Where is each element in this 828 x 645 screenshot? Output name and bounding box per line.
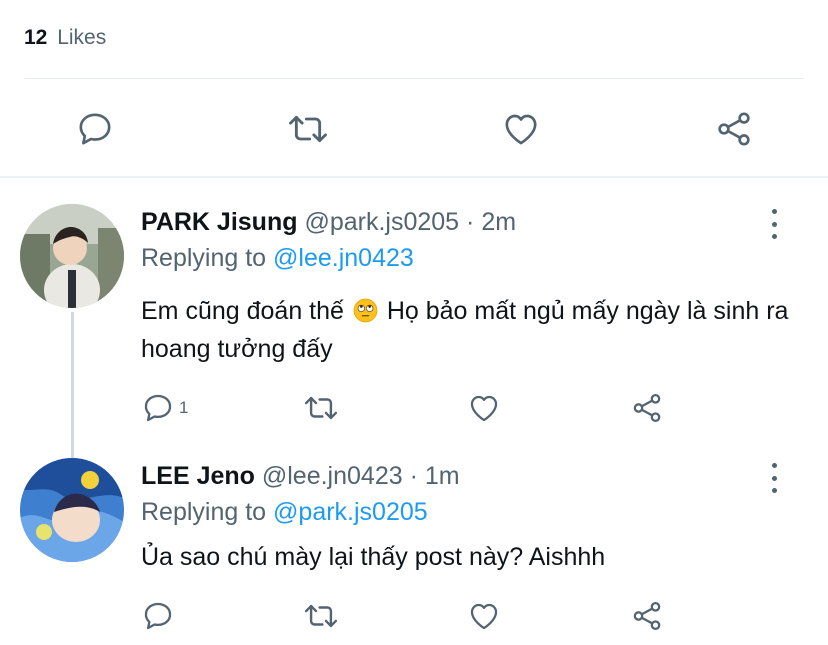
retweet-button[interactable] (302, 388, 340, 428)
replying-to-mention[interactable]: @park.js0205 (273, 498, 428, 526)
replying-to-line: Replying to @lee.jn0423 (141, 242, 798, 274)
share-button[interactable] (630, 388, 664, 428)
display-name[interactable]: PARK Jisung (141, 208, 298, 236)
display-name[interactable]: LEE Jeno (141, 462, 255, 490)
reply-action-bar (0, 596, 828, 636)
more-dot-icon (771, 209, 777, 214)
reply-count: 1 (179, 398, 189, 417)
reply-button[interactable] (70, 104, 120, 154)
tweet-action-bar (0, 104, 828, 154)
heart-icon (470, 603, 498, 630)
separator-dot: · (409, 462, 418, 490)
like-button[interactable] (466, 388, 502, 428)
share-icon (633, 393, 661, 423)
timestamp[interactable]: 1m (425, 462, 460, 490)
replying-to-line: Replying to @park.js0205 (141, 496, 798, 528)
retweet-icon (289, 115, 327, 143)
divider (24, 78, 804, 79)
likes-label: Likes (57, 26, 107, 49)
like-button[interactable] (466, 596, 502, 636)
timestamp[interactable]: 2m (481, 208, 516, 236)
likes-count: 12 (24, 26, 48, 49)
heart-icon (505, 114, 537, 145)
replying-to-label: Replying to (141, 498, 267, 526)
replying-to-label: Replying to (141, 244, 267, 272)
tweet-text: Em cũng đoán thế Họ bảo mất ngủ mấy ngày… (141, 292, 798, 368)
reply-button[interactable] (141, 596, 179, 636)
tweet-text: Ủa sao chú mày lại thấy post này? Aishhh (141, 543, 606, 571)
section-divider (0, 176, 828, 178)
reply-tweet[interactable]: PARK Jisung @park.js0205 · 2m Replying t… (141, 206, 798, 368)
reply-header: LEE Jeno @lee.jn0423 · 1m (141, 460, 798, 492)
share-button[interactable] (630, 596, 664, 636)
like-button[interactable] (496, 104, 546, 154)
reply-icon (144, 602, 172, 630)
more-dot-icon (771, 221, 777, 227)
reply-icon (79, 113, 111, 145)
retweet-icon (304, 604, 338, 628)
more-dot-icon (771, 463, 777, 468)
avatar[interactable] (20, 458, 124, 562)
more-options-button[interactable] (764, 209, 784, 239)
separator-dot: · (466, 208, 475, 236)
share-button[interactable] (709, 104, 759, 154)
rolling-eyes-emoji-icon (353, 298, 378, 323)
reply-tweet[interactable]: LEE Jeno @lee.jn0423 · 1m Replying to @p… (141, 460, 798, 576)
reply-button[interactable]: 1 (141, 388, 188, 428)
tweet-text-part-1: Em cũng đoán thế (141, 297, 344, 325)
thread-connector-line (71, 312, 74, 458)
reply-header: PARK Jisung @park.js0205 · 2m (141, 206, 798, 238)
avatar[interactable] (20, 204, 124, 308)
more-options-button[interactable] (764, 463, 784, 493)
more-dot-icon (771, 475, 777, 481)
more-dot-icon (771, 234, 777, 239)
reply-action-bar: 1 (0, 388, 828, 428)
retweet-icon (304, 396, 338, 420)
more-dot-icon (771, 488, 777, 493)
likes-summary[interactable]: 12 Likes (24, 26, 106, 50)
share-icon (633, 601, 661, 631)
retweet-button[interactable] (302, 596, 340, 636)
share-icon (718, 112, 750, 146)
reply-icon (144, 394, 172, 422)
retweet-button[interactable] (283, 104, 333, 154)
replying-to-mention[interactable]: @lee.jn0423 (273, 244, 414, 272)
heart-icon (470, 395, 498, 422)
user-handle[interactable]: @lee.jn0423 (262, 462, 403, 490)
user-handle[interactable]: @park.js0205 (304, 208, 459, 236)
